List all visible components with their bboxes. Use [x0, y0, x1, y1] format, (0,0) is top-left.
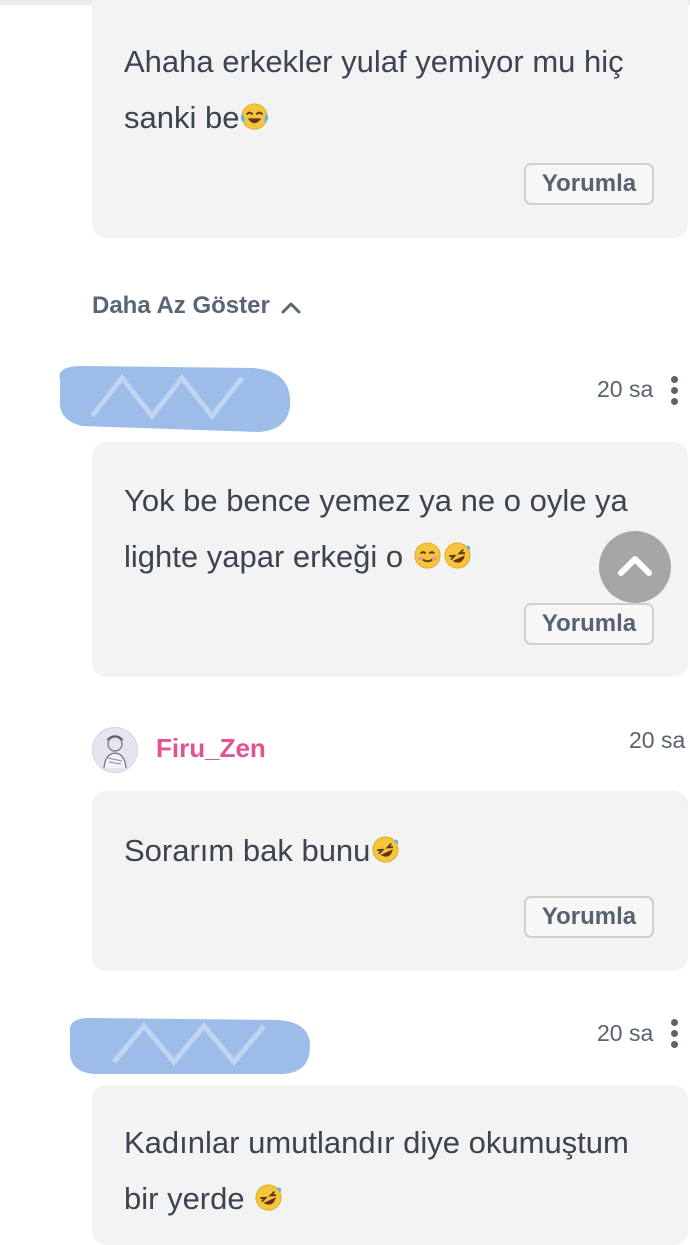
face-with-tears-of-joy-icon [241, 103, 269, 130]
comment-card-1: Ahaha erkekler yulaf yemiyor mu hiç sank… [92, 0, 688, 238]
redacted-username [59, 366, 291, 432]
smiling-face-with-smiling-eyes-icon [414, 542, 441, 569]
comment-card-4: Kadınlar umutlandır diye okumuştum bir y… [92, 1085, 688, 1245]
reply-button[interactable]: Yorumla [524, 896, 654, 938]
comment-time: 20 sa [597, 376, 654, 402]
more-options-icon[interactable] [671, 1019, 679, 1052]
chevron-up-icon [281, 302, 301, 314]
username[interactable]: Firu_Zen [156, 733, 266, 764]
comment-time: 20 sa [629, 727, 686, 753]
comment-card-3: Sorarım bak bunu Yorumla [92, 791, 688, 971]
comment-text: Kadınlar umutlandır diye okumuştum bir y… [124, 1125, 629, 1216]
avatar[interactable] [92, 727, 138, 773]
rolling-on-the-floor-laughing-icon [372, 836, 399, 863]
more-options-icon[interactable] [671, 376, 679, 409]
rolling-on-the-floor-laughing-icon [255, 1184, 282, 1211]
comment-text: Yok be bence yemez ya ne o oyle ya light… [124, 483, 628, 574]
comment-text: Sorarım bak bunu [124, 823, 658, 879]
show-less-label: Daha Az Göster [92, 292, 270, 319]
chevron-up-icon [618, 556, 652, 576]
reply-button[interactable]: Yorumla [524, 603, 654, 645]
rolling-on-the-floor-laughing-icon [444, 542, 471, 569]
show-less-button[interactable]: Daha Az Göster [92, 292, 302, 320]
user-avatar-illustration-icon [103, 735, 127, 769]
scroll-to-top-button[interactable] [599, 531, 671, 603]
reply-button[interactable]: Yorumla [524, 163, 654, 205]
comment-text: Ahaha erkekler yulaf yemiyor mu hiç sank… [124, 44, 624, 135]
comment-time: 20 sa [597, 1020, 654, 1046]
redacted-username [69, 1018, 310, 1074]
